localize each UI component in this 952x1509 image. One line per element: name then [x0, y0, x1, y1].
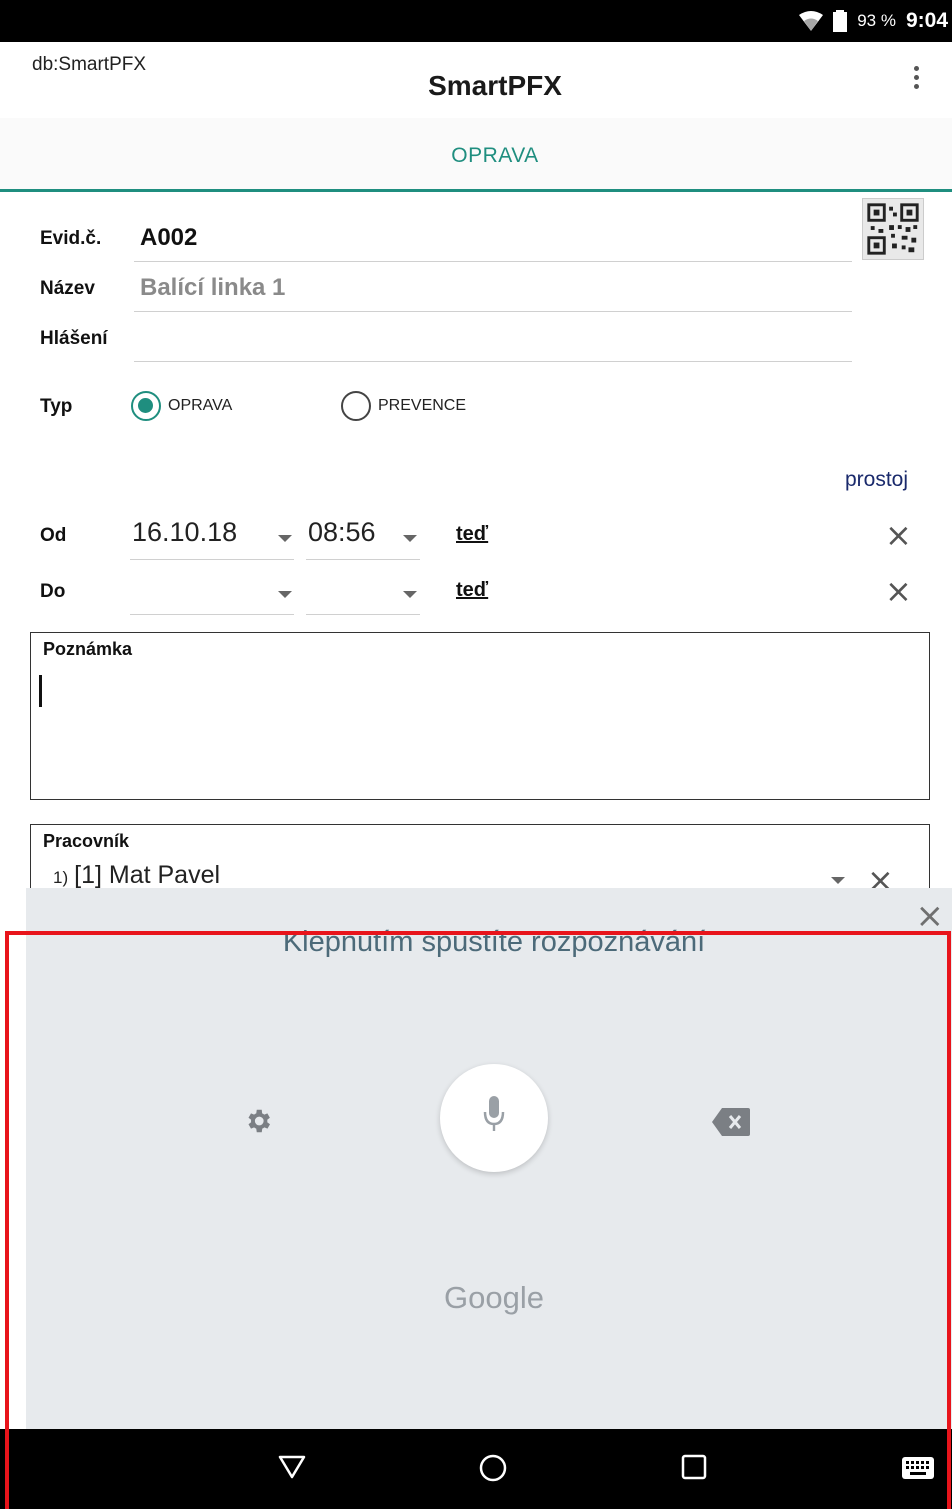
od-time-value[interactable]: 08:56: [308, 517, 376, 548]
wifi-icon: [799, 11, 824, 31]
pracovnik-item-name: [1] Mat Pavel: [74, 861, 221, 889]
app-title: SmartPFX: [428, 70, 562, 101]
chevron-down-icon[interactable]: [278, 591, 292, 598]
od-label: Od: [40, 525, 67, 546]
keyboard-icon[interactable]: [902, 1457, 934, 1479]
microphone-icon: [483, 1096, 505, 1131]
do-label: Do: [40, 581, 66, 602]
nazev-underline: [134, 311, 852, 312]
overflow-menu-icon[interactable]: [910, 66, 922, 96]
radio-prevence[interactable]: [341, 391, 371, 421]
od-date-value[interactable]: 16.10.18: [132, 517, 237, 548]
typ-label: Typ: [40, 396, 73, 417]
battery-icon: [833, 10, 848, 32]
microphone-button[interactable]: [440, 1064, 548, 1172]
hlaseni-underline: [134, 361, 852, 362]
evid-label: Evid.č.: [40, 228, 102, 249]
home-icon[interactable]: [478, 1453, 508, 1483]
od-now-link[interactable]: teď: [456, 523, 488, 546]
nazev-field[interactable]: Balící linka 1: [140, 274, 285, 302]
chevron-down-icon[interactable]: [831, 877, 845, 884]
do-clear-close-icon[interactable]: ×: [885, 575, 912, 607]
radio-oprava[interactable]: [131, 391, 161, 421]
radio-oprava-label[interactable]: OPRAVA: [168, 397, 232, 415]
nazev-label: Název: [40, 278, 95, 299]
do-now-link[interactable]: teď: [456, 579, 488, 602]
voice-input-panel: × Klepnutím spustíte rozpoznávání Google: [26, 888, 952, 1429]
voice-prompt[interactable]: Klepnutím spustíte rozpoznávání: [26, 926, 952, 959]
chevron-down-icon[interactable]: [403, 591, 417, 598]
clock: 9:04: [905, 9, 948, 32]
pracovnik-label: Pracovník: [43, 831, 130, 851]
tab-bar: OPRAVA: [0, 118, 952, 192]
od-date-underline: [130, 559, 294, 560]
chevron-down-icon[interactable]: [403, 535, 417, 542]
back-icon[interactable]: [278, 1453, 306, 1481]
battery-percent: 93 %: [857, 11, 896, 30]
pracovnik-item-number: 1): [53, 868, 69, 887]
recents-icon[interactable]: [680, 1453, 708, 1481]
poznamka-textarea[interactable]: Poznámka: [30, 632, 930, 800]
qr-code-icon[interactable]: [862, 198, 924, 260]
status-bar: 93 % 9:04: [0, 0, 952, 42]
tab-oprava[interactable]: OPRAVA: [0, 144, 952, 168]
do-date-underline: [130, 614, 294, 615]
evid-underline: [134, 261, 852, 262]
chevron-down-icon[interactable]: [278, 535, 292, 542]
prostoj-link[interactable]: prostoj: [845, 468, 908, 492]
pracovnik-item[interactable]: 1) [1] Mat Pavel: [53, 861, 220, 890]
hlaseni-label: Hlášení: [40, 328, 108, 349]
od-clear-close-icon[interactable]: ×: [885, 519, 912, 551]
gear-icon[interactable]: [243, 1106, 273, 1136]
app-bar: db:SmartPFX SmartPFX: [0, 42, 952, 118]
od-time-underline: [306, 559, 420, 560]
evid-field[interactable]: A002: [140, 224, 197, 252]
radio-prevence-label[interactable]: PREVENCE: [378, 397, 466, 415]
poznamka-label: Poznámka: [43, 639, 133, 659]
navigation-bar: [0, 1429, 952, 1509]
do-time-underline: [306, 614, 420, 615]
backspace-icon[interactable]: [712, 1108, 750, 1136]
text-cursor: [39, 675, 42, 707]
google-brand-label: Google: [444, 1280, 544, 1315]
